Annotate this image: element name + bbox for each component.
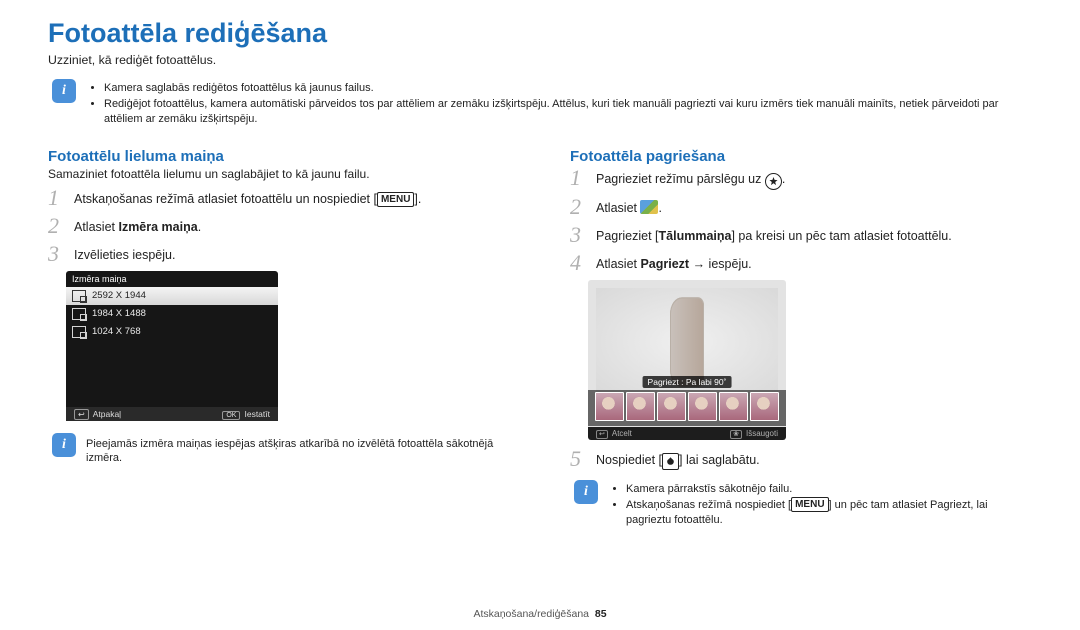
page-footer: Atskaņošana/rediģēšana 85 (0, 608, 1080, 620)
resize-option-icon (72, 290, 86, 302)
lcd-set-label: Iestatīt (244, 409, 270, 419)
col-rotate: Fotoattēla pagriešana 1 Pagrieziet režīm… (570, 146, 1032, 548)
rotate-step-3: 3 Pagrieziet [Tālummaiņa] pa kreisi un p… (570, 224, 1032, 246)
col-resize: Fotoattēlu lieluma maiņa Samaziniet foto… (48, 146, 510, 548)
lcd-back-label: Atpakaļ (93, 409, 121, 419)
lcd-rotate-screenshot: Pagriezt : Pa labi 90˚ ↩ Atcelt ❀ Išsaugot… (588, 280, 786, 440)
edit-photo-icon (640, 200, 658, 214)
lcd-title: Izmēra maiņa (66, 271, 278, 287)
section-heading-resize: Fotoattēlu lieluma maiņa (48, 148, 510, 165)
right-note-item: Atskaņošanas režīmā nospiediet [MENU] un… (626, 497, 1024, 528)
lcd-option-selected: 2592 X 1944 (66, 287, 278, 305)
thumbnail (750, 392, 779, 421)
thumbnail-strip (588, 390, 786, 426)
lcd-cancel-label: Atcelt (612, 429, 632, 438)
top-note: i Kamera saglabās rediģētos fotoattēlus … (48, 75, 1032, 136)
step-number: 3 (570, 224, 588, 246)
thumbnail (595, 392, 624, 421)
thumbnail (688, 392, 717, 421)
left-note-text: Pieejamās izmēra maiņas iespējas atšķira… (86, 437, 502, 467)
resize-step-1: 1 Atskaņošanas režīmā atlasiet fotoattēl… (48, 187, 510, 209)
lcd-resize-screenshot: Izmēra maiņa 2592 X 1944 1984 X 1488 102… (66, 271, 278, 421)
resize-step-2: 2 Atlasiet Izmēra maiņa. (48, 215, 510, 237)
right-note-item: Kamera pārrakstīs sākotnējo failu. (626, 482, 1024, 497)
mode-dial-magic-icon (765, 173, 782, 190)
page-title: Fotoattēla rediģēšana (48, 18, 1032, 49)
info-icon: i (574, 480, 598, 504)
rotate-caption: Pagriezt : Pa labi 90˚ (643, 376, 732, 388)
section-heading-rotate: Fotoattēla pagriešana (570, 148, 1032, 165)
rotate-step-4: 4 Atlasiet Pagriezt → iespēju. (570, 252, 1032, 274)
step-number: 1 (48, 187, 66, 209)
resize-option-icon (72, 308, 86, 320)
top-note-item: Kamera saglabās rediģētos fotoattēlus kā… (104, 81, 1024, 96)
step-number: 2 (48, 215, 66, 237)
intro-text: Uzziniet, kā rediģēt fotoattēlus. (48, 53, 1032, 67)
thumbnail (626, 392, 655, 421)
top-note-item: Rediģējot fotoattēlus, kamera automātisk… (104, 97, 1024, 127)
ok-key-icon: OK (222, 411, 240, 420)
menu-key-icon: MENU (791, 497, 828, 512)
thumbnail (657, 392, 686, 421)
lcd-option: 1024 X 768 (66, 323, 278, 341)
resize-option-icon (72, 326, 86, 338)
info-icon: i (52, 79, 76, 103)
macro-button-icon (662, 453, 679, 470)
rotated-photo-placeholder (670, 297, 704, 387)
left-note: i Pieejamās izmēra maiņas iespējas atšķi… (48, 429, 510, 475)
rotate-step-1: 1 Pagrieziet režīmu pārslēgu uz . (570, 167, 1032, 190)
step-number: 2 (570, 196, 588, 218)
section-sub-resize: Samaziniet fotoattēla lielumu un saglabā… (48, 167, 510, 181)
lcd-save-label: Išsaugoti (746, 429, 778, 438)
menu-key-icon: MENU (377, 192, 414, 207)
info-icon: i (52, 433, 76, 457)
thumbnail (719, 392, 748, 421)
right-note: i Kamera pārrakstīs sākotnējo failu. Ats… (570, 476, 1032, 538)
back-key-icon: ↩ (596, 430, 608, 439)
macro-key-icon: ❀ (730, 430, 742, 439)
back-key-icon: ↩ (74, 409, 89, 420)
step-number: 3 (48, 243, 66, 265)
lcd-option: 1984 X 1488 (66, 305, 278, 323)
step-number: 1 (570, 167, 588, 189)
rotate-step-2: 2 Atlasiet . (570, 196, 1032, 218)
step-number: 5 (570, 448, 588, 470)
step-number: 4 (570, 252, 588, 274)
resize-step-3: 3 Izvēlieties iespēju. (48, 243, 510, 265)
rotate-step-5: 5 Nospiediet [] lai saglabātu. (570, 448, 1032, 470)
